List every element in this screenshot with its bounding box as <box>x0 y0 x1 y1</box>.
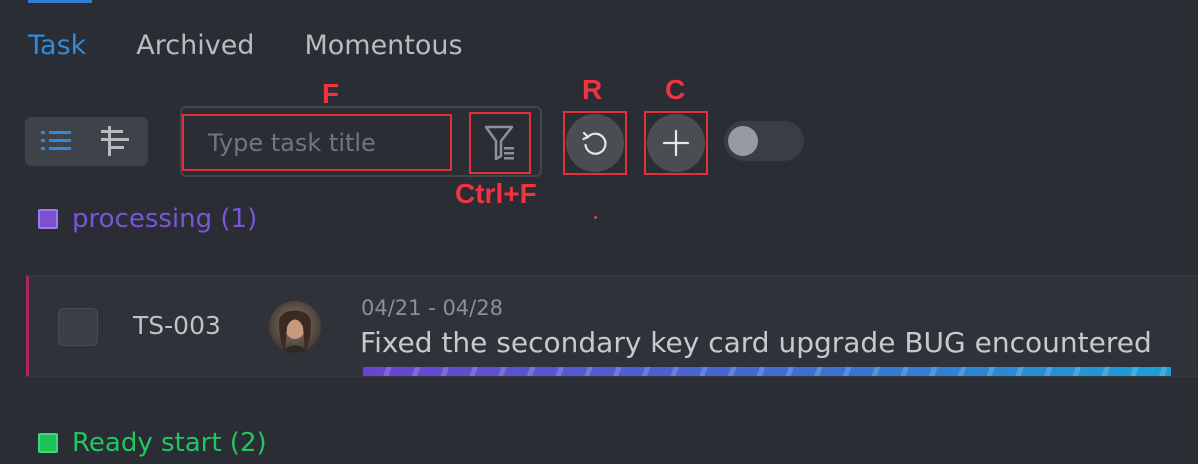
status-color-square <box>38 433 58 453</box>
create-hotkey-frame <box>644 111 708 175</box>
refresh-icon <box>582 131 607 155</box>
refresh-button[interactable] <box>566 114 624 172</box>
search-group <box>180 106 542 177</box>
hotkey-create-label: C <box>665 74 686 105</box>
task-title: Fixed the secondary key card upgrade BUG… <box>360 326 1152 359</box>
hotkey-search-label: F <box>322 78 340 109</box>
plus-icon <box>662 129 690 157</box>
task-date-range: 04/21 - 04/28 <box>361 296 503 320</box>
group-header-processing[interactable]: processing (1) <box>38 204 257 234</box>
list-view-button[interactable] <box>37 125 75 157</box>
filter-button[interactable] <box>469 112 531 174</box>
filter-icon <box>484 125 514 161</box>
refresh-hotkey-frame <box>563 111 627 175</box>
search-input[interactable] <box>182 114 452 171</box>
tab-bar: Task Archived Momentous <box>28 30 513 61</box>
view-mode-toggle <box>25 117 148 166</box>
toggle-switch[interactable] <box>724 121 804 161</box>
group-label: processing (1) <box>72 204 258 234</box>
hotkey-refresh-label: R <box>582 74 603 105</box>
task-id: TS-003 <box>133 311 221 340</box>
group-label: Ready start (2) <box>72 428 267 458</box>
add-task-button[interactable] <box>647 114 705 172</box>
task-row[interactable]: TS-003 04/21 - 04/28 Fixed the secondary… <box>26 275 1198 377</box>
tree-view-button[interactable] <box>96 125 134 157</box>
list-icon <box>41 131 71 150</box>
task-progress-bar <box>363 367 1171 376</box>
toggle-knob <box>728 126 758 156</box>
status-color-square <box>38 209 58 229</box>
avatar <box>269 301 321 353</box>
tab-task[interactable]: Task <box>28 30 86 61</box>
active-tab-indicator <box>28 0 92 3</box>
tab-momentous[interactable]: Momentous <box>304 30 462 61</box>
group-header-ready-start[interactable]: Ready start (2) <box>38 428 267 458</box>
tab-archived[interactable]: Archived <box>136 30 254 61</box>
hotkey-filter-label: Ctrl+F <box>455 178 537 209</box>
task-checkbox[interactable] <box>58 308 98 346</box>
decorative-dot <box>594 216 597 219</box>
tree-icon <box>101 126 129 156</box>
